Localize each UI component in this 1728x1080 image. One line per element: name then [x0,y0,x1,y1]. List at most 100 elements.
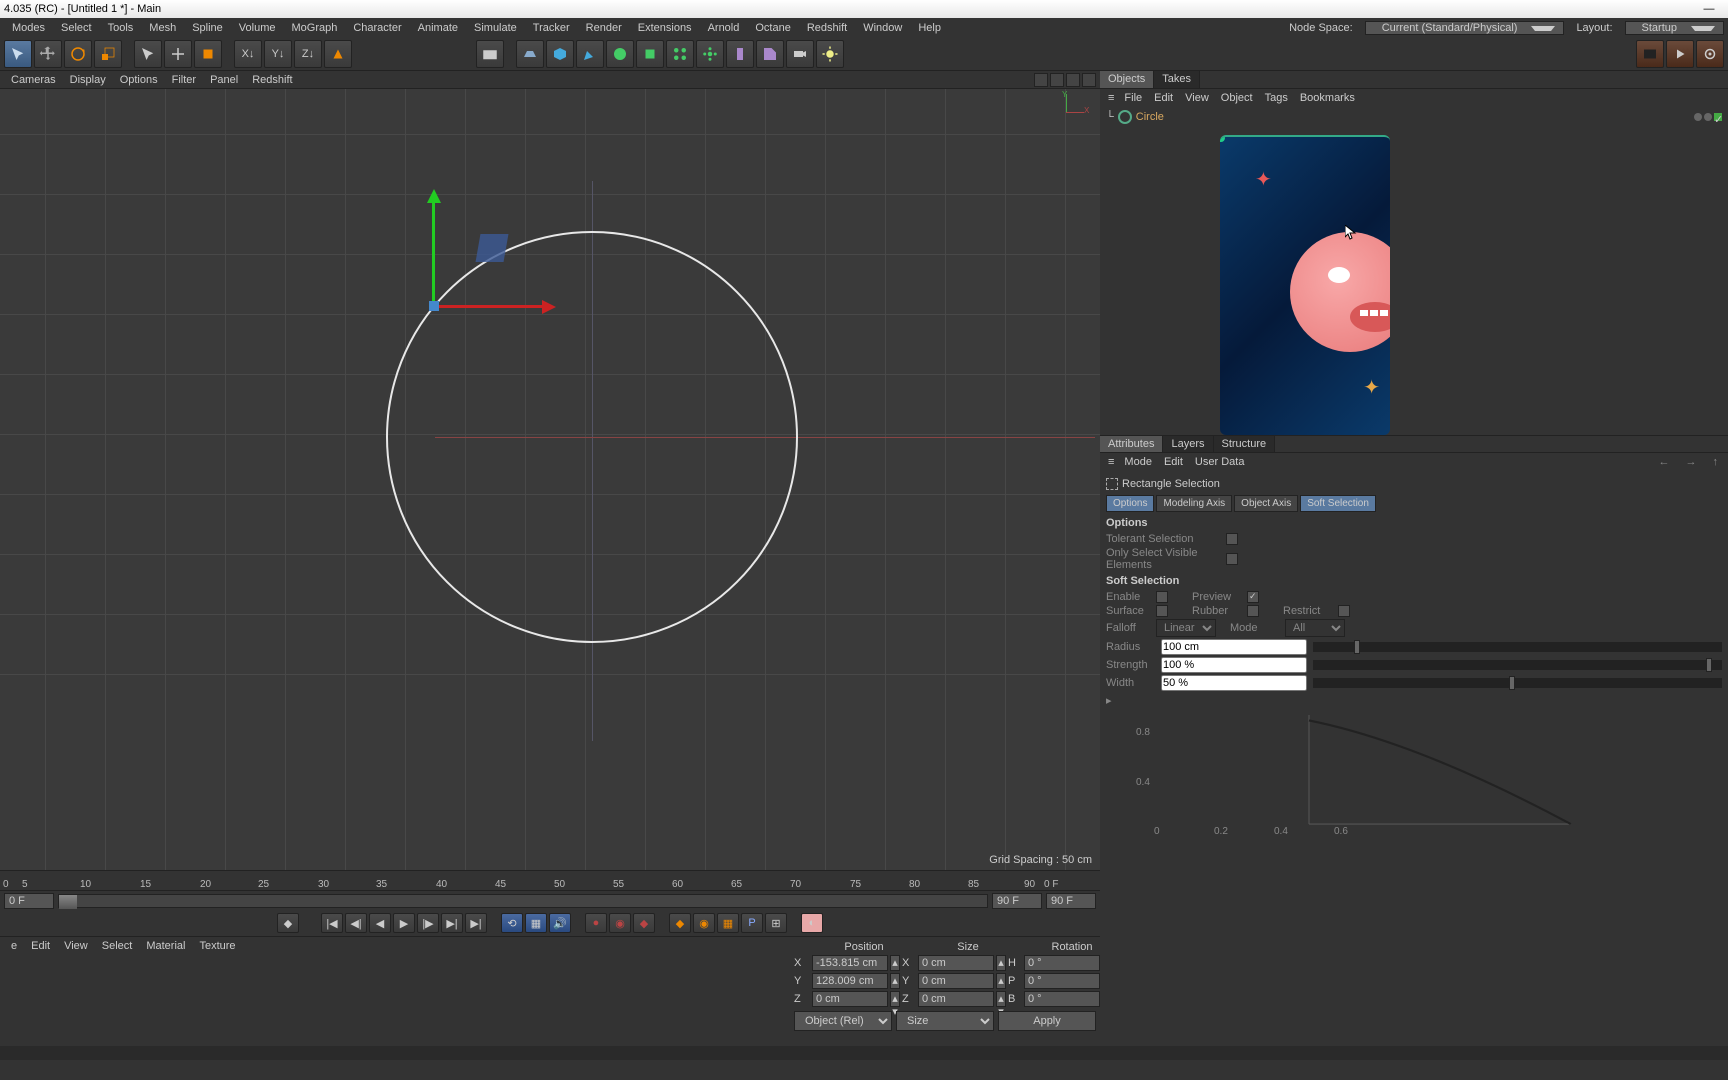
rot-b-input[interactable] [1024,991,1100,1007]
rot-p-input[interactable] [1024,973,1100,989]
axis-lock-tool[interactable] [164,40,192,68]
size-x-input[interactable] [918,955,994,971]
object-tree[interactable]: └ Circle ✓ [1100,107,1728,127]
frame-start-input[interactable] [4,893,54,909]
hamburger-icon[interactable]: ≡ [1104,92,1118,104]
y-axis-button[interactable]: Y↓ [264,40,292,68]
hamburger-icon[interactable]: ≡ [1104,456,1118,468]
preview-checkbox[interactable] [1247,591,1259,603]
vp-options[interactable]: Options [113,74,165,86]
render-queue-button[interactable] [1696,40,1724,68]
am-userdata[interactable]: User Data [1189,456,1251,468]
om-object[interactable]: Object [1215,92,1259,104]
menu-redshift[interactable]: Redshift [799,22,855,34]
tab-options[interactable]: Options [1106,495,1154,512]
tab-soft-selection[interactable]: Soft Selection [1300,495,1376,512]
layout-dropdown[interactable]: Startup [1625,21,1724,35]
bend-button[interactable] [726,40,754,68]
size-x-spinner[interactable]: ▴▾ [996,955,1006,971]
timeline-slider[interactable] [58,894,988,908]
mat-texture[interactable]: Texture [192,940,242,952]
range-button[interactable]: ▦ [525,913,547,933]
menu-extensions[interactable]: Extensions [630,22,700,34]
vp-cameras[interactable]: Cameras [4,74,63,86]
record-button[interactable]: ● [585,913,607,933]
nav-fwd-button[interactable]: → [1680,456,1703,468]
world-axis-button[interactable] [324,40,352,68]
radius-slider[interactable] [1313,642,1722,652]
restrict-checkbox[interactable] [1338,605,1350,617]
cloner-button[interactable] [696,40,724,68]
tree-expand-icon[interactable]: └ [1106,111,1114,123]
next-key-button[interactable]: ▶| [441,913,463,933]
frame-end-input[interactable] [1046,893,1096,909]
radius-input[interactable] [1161,639,1307,655]
menu-tracker[interactable]: Tracker [525,22,578,34]
menu-spline[interactable]: Spline [184,22,231,34]
size-y-spinner[interactable]: ▴▾ [996,973,1006,989]
reference-resize-handle[interactable] [1220,135,1225,142]
param-key-button[interactable]: P [741,913,763,933]
floor-button[interactable] [516,40,544,68]
material-manager[interactable] [0,954,790,1046]
viewport[interactable]: Y X Grid Spacing : 50 cm [0,89,1100,870]
visible-checkbox[interactable] [1226,553,1238,565]
tree-item-circle[interactable]: └ Circle ✓ [1106,110,1722,124]
menu-arnold[interactable]: Arnold [700,22,748,34]
loop-button[interactable]: ⟲ [501,913,523,933]
vp-display[interactable]: Display [63,74,113,86]
live-select-tool[interactable] [4,40,32,68]
tab-attributes[interactable]: Attributes [1100,436,1163,452]
tag-button[interactable] [756,40,784,68]
mat-view[interactable]: View [57,940,95,952]
z-axis-button[interactable]: Z↓ [294,40,322,68]
move-gizmo-xy-plane[interactable] [476,234,509,262]
pos-z-spinner[interactable]: ▴▾ [890,991,900,1007]
scale-tool[interactable] [94,40,122,68]
menu-modes[interactable]: Modes [4,22,53,34]
strength-input[interactable] [1161,657,1307,673]
tab-object-axis[interactable]: Object Axis [1234,495,1298,512]
vp-render-icon[interactable] [1082,73,1096,87]
menu-window[interactable]: Window [855,22,910,34]
prev-key-button[interactable]: ◀| [345,913,367,933]
menu-help[interactable]: Help [910,22,949,34]
menu-volume[interactable]: Volume [231,22,284,34]
rot-key-button[interactable]: ◉ [693,913,715,933]
coord-tool[interactable] [194,40,222,68]
menu-render[interactable]: Render [578,22,630,34]
move-tool[interactable] [34,40,62,68]
goto-end-button[interactable]: ▶| [465,913,487,933]
size-mode-dropdown[interactable]: Size [896,1011,994,1031]
subdiv-button[interactable] [606,40,634,68]
pos-x-input[interactable] [812,955,888,971]
width-slider[interactable] [1313,678,1722,688]
cube-button[interactable] [546,40,574,68]
width-input[interactable] [1161,675,1307,691]
frame-current-input[interactable] [992,893,1042,909]
tab-objects[interactable]: Objects [1100,71,1154,88]
autokey-button[interactable]: ◉ [609,913,631,933]
strength-slider[interactable] [1313,660,1722,670]
enable-checkbox[interactable] [1156,591,1168,603]
mode-dropdown[interactable]: All [1285,619,1345,637]
size-y-input[interactable] [918,973,994,989]
tab-structure[interactable]: Structure [1214,436,1276,452]
timeline-ruler[interactable]: 0 5 10 15 20 25 30 35 40 45 50 55 60 65 … [0,870,1100,890]
rot-h-input[interactable] [1024,955,1100,971]
om-tags[interactable]: Tags [1259,92,1294,104]
next-frame-button[interactable]: |▶ [417,913,439,933]
enable-check[interactable]: ✓ [1714,113,1722,121]
circle-spline-object[interactable] [386,231,798,643]
vp-panel[interactable]: Panel [203,74,245,86]
menu-octane[interactable]: Octane [747,22,798,34]
move-gizmo-x-arrow[interactable] [542,300,556,314]
marker-button[interactable]: ◆ [277,913,299,933]
expand-icon[interactable]: ▸ [1106,695,1112,707]
mat-file[interactable]: e [4,940,24,952]
om-bookmarks[interactable]: Bookmarks [1294,92,1361,104]
menu-simulate[interactable]: Simulate [466,22,525,34]
render-settings-button[interactable] [1636,40,1664,68]
menu-tools[interactable]: Tools [100,22,142,34]
om-edit[interactable]: Edit [1148,92,1179,104]
